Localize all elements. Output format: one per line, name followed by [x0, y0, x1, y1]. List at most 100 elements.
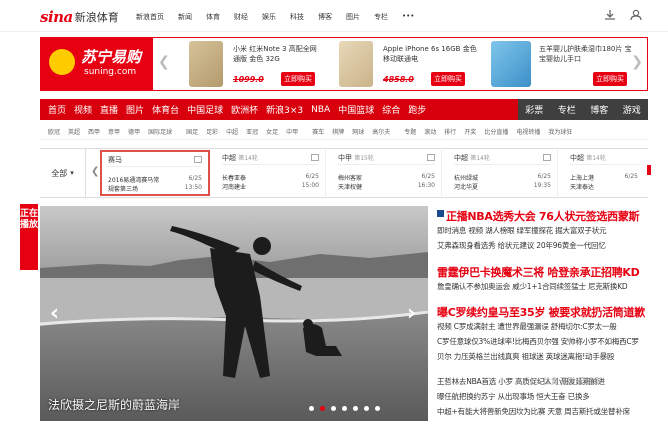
sub-nav-item[interactable]: 意甲 — [108, 127, 120, 136]
news-link[interactable]: 中超+有能大将兽新免因坎为比赛 天意 周吉斯托或坐替补席 — [437, 406, 630, 417]
slide-dot[interactable] — [342, 406, 347, 411]
match-card-active[interactable]: 赛马 2016易通湾赛马常 规套第三场 6/25 13:50 — [100, 150, 210, 196]
match-card[interactable]: 中超 第14轮 长春亚泰 河南建业 6/25 15:00 — [216, 150, 326, 196]
scroll-right-handle[interactable] — [647, 165, 651, 175]
chevron-left-icon[interactable]: ❮ — [91, 166, 99, 177]
slide-dot-active[interactable] — [320, 406, 325, 411]
slide-dot[interactable] — [331, 406, 336, 411]
sub-nav-item[interactable]: 足彩 — [206, 127, 218, 136]
sub-nav-item[interactable]: 滚动 — [424, 127, 436, 136]
main-nav-item[interactable]: 图片 — [126, 103, 144, 116]
phone-image — [339, 41, 373, 87]
buy-button[interactable]: 立即购买 — [281, 72, 315, 86]
chevron-down-icon: ▾ — [70, 169, 74, 177]
top-nav-item[interactable]: 博客 — [318, 12, 332, 22]
suning-logo[interactable]: 苏宁易购 suning.com — [41, 38, 153, 90]
match-date: 6/25 — [188, 175, 202, 182]
main-nav-item[interactable]: NBA — [311, 105, 330, 115]
chevron-right-icon[interactable]: › — [407, 301, 416, 326]
main-nav-item[interactable]: 首页 — [48, 103, 66, 116]
main-nav-item[interactable]: 博客 — [590, 103, 608, 116]
slide-caption[interactable]: 法欣摄之尼斯的蔚蓝海岸 — [48, 396, 180, 413]
sub-nav-item[interactable]: 棋牌 — [332, 127, 344, 136]
watermark: 体育无影 足球彩 — [543, 377, 602, 386]
main-nav-item[interactable]: 直播 — [100, 103, 118, 116]
ad-product[interactable]: 小米 红米Note 3 高配全网通版 金色 32G 1099.0 立即购买 — [189, 38, 339, 90]
top-nav-item[interactable]: 科技 — [290, 12, 304, 22]
news-link[interactable]: 曝任航把换约苏宁 从出现事场 恒大王奋 已换多 — [437, 391, 590, 402]
slide-dot[interactable] — [375, 406, 380, 411]
headline-link[interactable]: 雷霆伊巴卡换魔术三将 哈登亲承正招聘KD — [437, 264, 640, 280]
sub-nav-item[interactable]: 开奖 — [464, 127, 476, 136]
main-nav-item[interactable]: 专栏 — [558, 103, 576, 116]
ad-product[interactable]: Apple iPhone 6s 16GB 金色 移动联通电 4858.0 立即购… — [339, 38, 489, 90]
top-bar: sina 新浪体育 新浪首页 新闻 体育 财经 娱乐 科技 博客 图片 专栏 •… — [0, 0, 668, 32]
headline-link[interactable]: 曝C罗续约皇马至35岁 被要求就扔活筒道歉 — [437, 304, 645, 320]
main-nav-item[interactable]: 游戏 — [623, 103, 641, 116]
slide-dot[interactable] — [364, 406, 369, 411]
sub-nav-item[interactable]: 赛车 — [312, 127, 324, 136]
sub-nav-item[interactable]: 电视转播 — [516, 127, 540, 136]
user-icon[interactable] — [630, 9, 642, 21]
sub-nav-item[interactable]: 网球 — [352, 127, 364, 136]
top-nav-item[interactable]: 新浪首页 — [136, 12, 164, 22]
news-link[interactable]: 视频 C罗成满射主 遭世界最强漏误 舒梅切尔:C罗太一般 — [437, 321, 617, 332]
sub-nav: 欧冠 英超 西甲 意甲 德甲 国际足球 国足 足彩 中超 亚冠 女足 中甲 赛车… — [40, 124, 648, 140]
photo-slideshow[interactable]: ‹ › 法欣摄之尼斯的蔚蓝海岸 — [40, 206, 428, 421]
more-menu[interactable]: ••• — [402, 12, 414, 22]
top-nav-item[interactable]: 图片 — [346, 12, 360, 22]
sina-logo[interactable]: sina 新浪体育 — [40, 8, 119, 26]
sub-nav-item[interactable]: 国足 — [186, 127, 198, 136]
match-card[interactable]: 中甲 第15轮 梅州客家 天津权健 6/25 16:30 — [332, 150, 442, 196]
sub-nav-item[interactable]: 专题 — [404, 127, 416, 136]
suning-ad-banner[interactable]: 苏宁易购 suning.com ❮ 小米 红米Note 3 高配全网通版 金色 … — [40, 37, 648, 91]
main-nav-item[interactable]: 新浪3×3 — [266, 103, 303, 116]
main-nav-item[interactable]: 综合 — [382, 103, 400, 116]
sub-nav-item[interactable]: 中甲 — [286, 127, 298, 136]
news-link[interactable]: C罗任意球仅3%进球率!比梅西贝尔强 安帅称小罗不如梅西C罗 — [437, 336, 639, 347]
sub-nav-item[interactable]: 国际足球 — [148, 127, 172, 136]
buy-button[interactable]: 立即购买 — [431, 72, 465, 86]
sub-nav-item[interactable]: 高尔夫 — [372, 127, 390, 136]
main-nav-item[interactable]: 跑步 — [408, 103, 426, 116]
ad-product[interactable]: 五羊婴儿护肤柔湿巾180片 宝宝婴幼儿手口 立即购买 — [491, 38, 641, 90]
top-nav-item[interactable]: 新闻 — [178, 12, 192, 22]
sub-nav-item[interactable]: 比分直播 — [484, 127, 508, 136]
news-link[interactable]: 艾弗森现身看选秀 给状元建议 20年96黄金一代回忆 — [437, 240, 606, 251]
chevron-right-icon[interactable]: ❯ — [631, 54, 643, 70]
main-nav-item[interactable]: 欧洲杯 — [231, 103, 258, 116]
news-link[interactable]: 贝尔 力压英格兰出线真爽 祖球迷 英球迷离拖!动手暴殴 — [437, 351, 614, 362]
main-nav-item[interactable]: 体育台 — [152, 103, 179, 116]
match-card[interactable]: 中超 第14轮 杭州绿城 河北华夏 6/25 19:35 — [448, 150, 558, 196]
news-link[interactable]: 詹皇确认不参加奥运会 威少1+1合同续签猛士 尼克斯换KD — [437, 281, 628, 292]
chevron-left-icon[interactable]: ❮ — [158, 54, 170, 70]
headline-link[interactable]: 正播NBA选秀大会 76人状元签选西蒙斯 — [446, 208, 640, 224]
sub-nav-item[interactable]: 西甲 — [88, 127, 100, 136]
sub-nav-item[interactable]: 英超 — [68, 127, 80, 136]
sub-nav-item[interactable]: 中超 — [226, 127, 238, 136]
sub-nav-item[interactable]: 女足 — [266, 127, 278, 136]
main-nav-item[interactable]: 彩票 — [525, 103, 543, 116]
download-icon[interactable] — [604, 9, 616, 21]
slide-dot[interactable] — [353, 406, 358, 411]
buy-button[interactable]: 立即购买 — [593, 72, 627, 86]
main-nav-item[interactable]: 中国篮球 — [338, 103, 374, 116]
match-card[interactable]: 中超 第14轮 上海上港 天津泰达 6/25 — [564, 150, 651, 196]
top-nav-item[interactable]: 财经 — [234, 12, 248, 22]
sub-nav-item[interactable]: 德甲 — [128, 127, 140, 136]
slide-dot[interactable] — [309, 406, 314, 411]
top-nav-item[interactable]: 体育 — [206, 12, 220, 22]
sub-nav-item[interactable]: 亚冠 — [246, 127, 258, 136]
top-nav-item[interactable]: 专栏 — [374, 12, 388, 22]
news-link[interactable]: 即时消息 视频 湖人榜眼 绿军撞探花 掘大富双子状元 — [437, 225, 607, 236]
chevron-left-icon[interactable]: ‹ — [50, 301, 59, 326]
sub-nav-item[interactable]: 排行 — [444, 127, 456, 136]
sub-nav-item[interactable]: 欧冠 — [48, 127, 60, 136]
top-nav-item[interactable]: 娱乐 — [262, 12, 276, 22]
filter-select[interactable]: 全部 ▾ — [40, 149, 86, 197]
main-nav-item[interactable]: 视频 — [74, 103, 92, 116]
now-playing-tag[interactable]: 正在播放 — [20, 204, 38, 270]
main-nav-item[interactable]: 中国足球 — [187, 103, 223, 116]
sub-nav-item[interactable]: 我为球狂 — [548, 127, 572, 136]
headline-news-list: 正播NBA选秀大会 76人状元签选西蒙斯 即时消息 视频 湖人榜眼 绿军撞探花 … — [437, 208, 652, 438]
